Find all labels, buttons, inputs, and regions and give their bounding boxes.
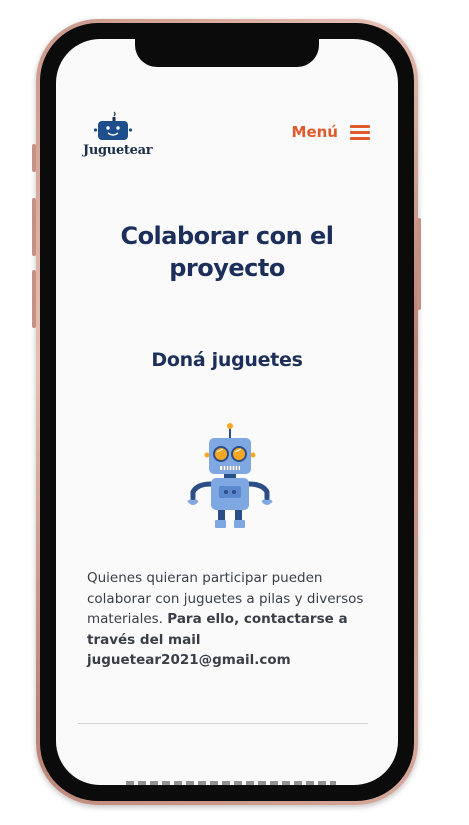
robot-illustration xyxy=(187,423,273,528)
mute-switch xyxy=(32,144,36,172)
section-title: Doná juguetes xyxy=(151,349,303,371)
robot-logo-icon xyxy=(93,111,133,140)
page-title: Colaborar con el proyecto xyxy=(120,222,334,282)
phone-frame: Juguetear Menú Colaborar con el proyecto… xyxy=(36,19,418,805)
collaboration-paragraph: Quienes quieran participar pueden colabo… xyxy=(87,568,374,671)
hamburger-menu-icon xyxy=(350,124,370,140)
volume-down-button xyxy=(32,270,36,328)
footer-peek xyxy=(126,781,336,785)
divider xyxy=(78,723,368,724)
brand-logo[interactable]: Juguetear xyxy=(83,111,153,161)
screen: Juguetear Menú Colaborar con el proyecto… xyxy=(56,39,398,785)
volume-up-button xyxy=(32,198,36,256)
menu-button[interactable]: Menú xyxy=(292,123,370,141)
site-header: Juguetear Menú xyxy=(83,111,370,161)
notch xyxy=(135,39,319,67)
phone-bezel: Juguetear Menú Colaborar con el proyecto… xyxy=(40,23,414,801)
power-button xyxy=(417,218,421,310)
menu-label: Menú xyxy=(291,123,338,141)
brand-name: Juguetear xyxy=(83,143,153,158)
